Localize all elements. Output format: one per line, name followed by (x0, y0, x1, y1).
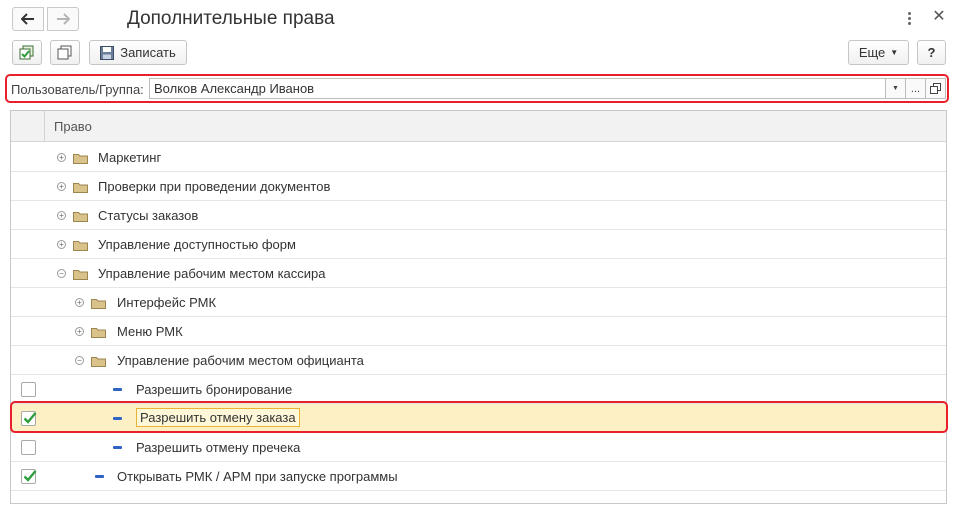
table-row[interactable]: + Проверки при проведении документов (11, 172, 946, 201)
arrow-left-icon (21, 13, 34, 25)
select-button[interactable]: ... (905, 78, 926, 99)
page-title: Дополнительные права (127, 8, 335, 29)
folder-icon (73, 152, 88, 164)
row-label: Проверки при проведении документов (98, 179, 331, 194)
dropdown-button[interactable]: ▼ (885, 78, 906, 99)
table-row[interactable]: + Статусы заказов (11, 201, 946, 230)
table-row[interactable]: Разрешить бронирование (11, 375, 946, 404)
folder-icon (73, 181, 88, 193)
save-button[interactable]: Записать (89, 40, 187, 65)
expand-icon[interactable]: + (75, 298, 84, 307)
table-row[interactable]: + Меню РМК (11, 317, 946, 346)
open-button[interactable] (925, 78, 946, 99)
rights-table[interactable]: Право + Маркетинг + Проверки при проведении… (10, 110, 947, 504)
row-label: Разрешить бронирование (136, 382, 293, 397)
title-bar: Дополнительные права ✕ (0, 0, 957, 36)
expand-icon[interactable]: + (57, 153, 66, 162)
folder-icon (91, 297, 106, 309)
ellipsis-icon: ... (910, 82, 921, 95)
more-actions-icon[interactable] (903, 10, 915, 26)
row-label: Маркетинг (98, 150, 162, 165)
highlight-frame (10, 401, 948, 433)
checkbox-column-header (11, 111, 45, 142)
row-label: Управление рабочим местом кассира (98, 266, 326, 281)
user-group-input[interactable]: Волков Александр Иванов (149, 78, 886, 99)
table-row[interactable]: Разрешить отмену пречека (11, 433, 946, 462)
folder-icon (73, 210, 88, 222)
more-button-label: Еще (858, 45, 886, 60)
expand-icon[interactable]: + (75, 327, 84, 336)
checkmark-icon (23, 470, 37, 482)
back-button[interactable] (12, 7, 44, 31)
close-icon[interactable]: ✕ (931, 9, 947, 25)
item-marker-icon (95, 475, 104, 478)
user-group-value: Волков Александр Иванов (154, 81, 315, 96)
table-header: Право (11, 111, 946, 142)
row-label: Управление рабочим местом официанта (117, 353, 364, 368)
folder-icon (91, 326, 106, 338)
row-label: Меню РМК (117, 324, 183, 339)
copy-button[interactable] (50, 40, 80, 65)
row-checkbox[interactable] (21, 382, 36, 397)
collapse-icon[interactable]: − (75, 356, 84, 365)
table-row[interactable]: Открывать РМК / АРМ при запуске программ… (11, 462, 946, 491)
forward-button[interactable] (47, 7, 79, 31)
save-and-close-button[interactable] (12, 40, 42, 65)
more-button[interactable]: Еще ▼ (848, 40, 909, 65)
row-label: Разрешить отмену пречека (136, 440, 301, 455)
item-marker-icon (113, 446, 122, 449)
arrow-right-icon (57, 13, 70, 25)
caret-down-icon: ▼ (890, 48, 899, 57)
collapse-icon[interactable]: − (57, 269, 66, 278)
row-label: Интерфейс РМК (117, 295, 217, 310)
help-button[interactable]: ? (917, 40, 946, 65)
floppy-disk-icon (100, 45, 115, 60)
table-row[interactable]: + Маркетинг (11, 143, 946, 172)
expand-icon[interactable]: + (57, 211, 66, 220)
expand-icon[interactable]: + (57, 240, 66, 249)
row-label: Статусы заказов (98, 208, 199, 223)
column-header-right[interactable]: Право (54, 119, 92, 134)
user-group-label: Пользователь/Группа: (11, 82, 144, 97)
save-close-icon (19, 45, 34, 59)
expand-icon[interactable]: + (57, 182, 66, 191)
caret-down-icon: ▼ (892, 85, 899, 92)
table-row[interactable]: + Интерфейс РМК (11, 288, 946, 317)
save-button-label: Записать (120, 45, 176, 60)
table-row[interactable]: − Управление рабочим местом официанта (11, 346, 946, 375)
row-label: Открывать РМК / АРМ при запуске программ… (117, 469, 398, 484)
table-row[interactable]: − Управление рабочим местом кассира (11, 259, 946, 288)
folder-icon (91, 355, 106, 367)
user-group-row: Пользователь/Группа: Волков Александр Ив… (5, 74, 949, 103)
folder-icon (73, 239, 88, 251)
row-checkbox[interactable] (21, 469, 37, 484)
table-row[interactable]: + Управление доступностью форм (11, 230, 946, 259)
item-marker-icon (113, 388, 122, 391)
row-label: Управление доступностью форм (98, 237, 296, 252)
copy-icon (57, 45, 72, 59)
open-window-icon (930, 83, 941, 94)
folder-icon (73, 268, 88, 280)
row-checkbox[interactable] (21, 440, 36, 455)
